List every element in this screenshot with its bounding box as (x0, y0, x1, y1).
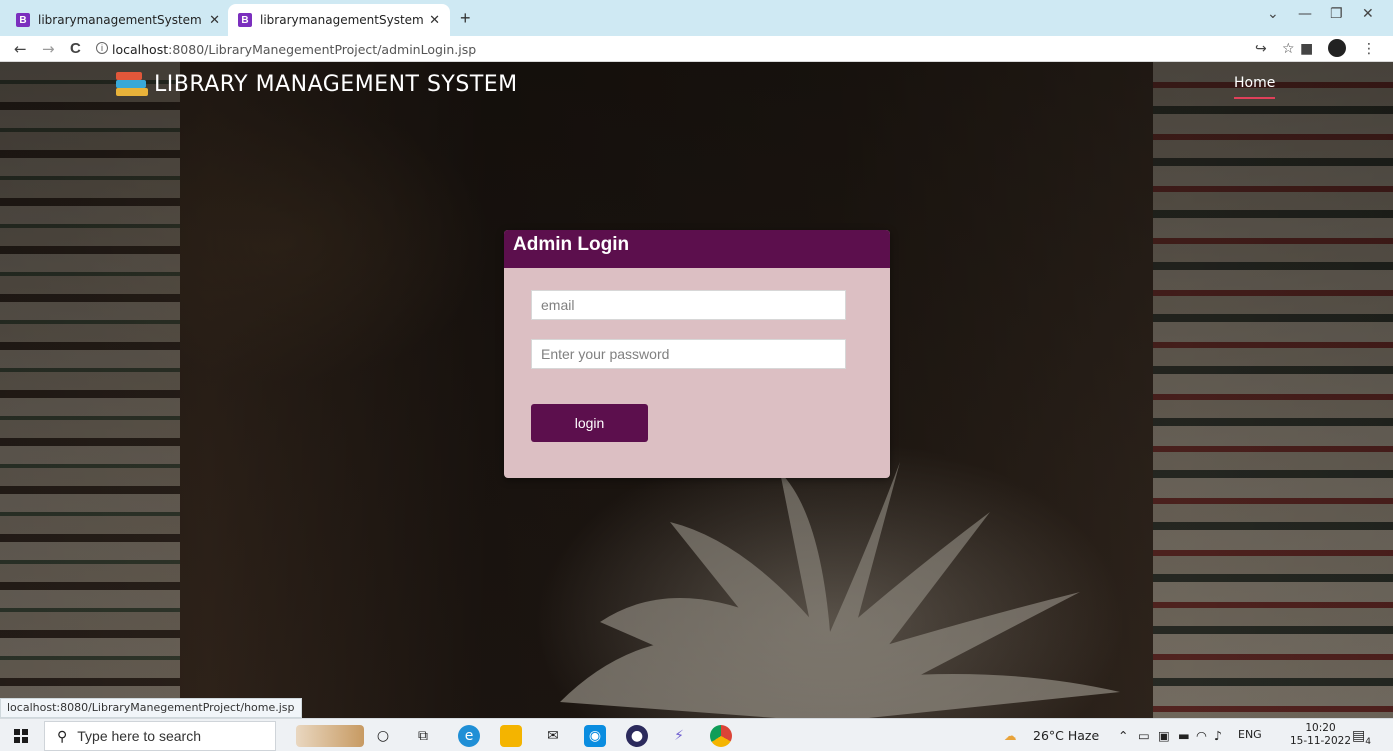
tray-app-icon[interactable]: ▭ (1138, 728, 1150, 743)
task-view-icon[interactable]: ⧉ (412, 725, 434, 747)
url-path: :8080/LibraryManegementProject/adminLogi… (168, 42, 477, 57)
close-window-button[interactable]: ✕ (1362, 6, 1374, 22)
brand-title: LIBRARY MANAGEMENT SYSTEM (154, 71, 518, 97)
restore-button[interactable]: ❐ (1330, 6, 1343, 22)
browser-tab-active[interactable]: B librarymanagementSystem ✕ (228, 4, 450, 36)
site-info-icon[interactable]: i (96, 42, 108, 54)
weather-icon: ☁ (1004, 728, 1017, 743)
eclipse-icon[interactable]: ● (626, 725, 648, 747)
password-field[interactable] (531, 339, 846, 369)
volume-icon[interactable]: ♪ (1214, 728, 1222, 743)
nav-home-link[interactable]: Home (1234, 75, 1276, 99)
profile-avatar-icon[interactable] (1328, 39, 1346, 57)
file-explorer-icon[interactable] (500, 725, 522, 747)
minimize-button[interactable]: — (1298, 6, 1312, 22)
back-arrow-icon[interactable]: ← (14, 40, 27, 58)
taskbar-search-placeholder: Type here to search (77, 728, 202, 744)
windows-start-icon[interactable] (14, 729, 28, 743)
tab-title: librarymanagementSystem (260, 13, 424, 27)
dell-app-icon[interactable]: ◉ (584, 725, 606, 747)
email-field[interactable] (531, 290, 846, 320)
notification-count: 4 (1365, 736, 1371, 747)
address-bar-row: ← → C i localhost:8080/LibraryManegement… (0, 36, 1393, 62)
edge-browser-icon[interactable]: e (458, 725, 480, 747)
taskbar-search-box[interactable]: ⚲ Type here to search (44, 721, 276, 751)
link-status-bar: localhost:8080/LibraryManegementProject/… (0, 698, 302, 718)
login-button[interactable]: login (531, 404, 648, 442)
browser-tab[interactable]: B librarymanagementSystem ✕ (6, 4, 230, 36)
browser-tab-strip: B librarymanagementSystem ✕ B libraryman… (0, 0, 1393, 36)
weather-text[interactable]: 26°C Haze (1033, 728, 1099, 743)
admin-login-card: Admin Login login (504, 230, 890, 478)
wifi-icon[interactable]: ◠ (1196, 728, 1207, 743)
mail-icon[interactable]: ✉ (542, 725, 564, 747)
login-card-title: Admin Login (504, 230, 890, 268)
url-field[interactable]: localhost:8080/LibraryManegementProject/… (112, 42, 476, 57)
cortana-icon[interactable]: ○ (372, 725, 394, 747)
bootstrap-favicon-icon: B (238, 13, 252, 27)
bookmark-star-icon[interactable]: ☆ (1282, 41, 1295, 57)
forward-arrow-icon[interactable]: → (42, 40, 55, 58)
bootstrap-favicon-icon: B (16, 13, 30, 27)
browser-menu-icon[interactable]: ⋮ (1362, 41, 1376, 57)
reload-icon[interactable]: C (70, 40, 81, 57)
clock-date: 15-11-2022 (1290, 735, 1352, 747)
page-background: LIBRARY MANAGEMENT SYSTEM Home Admin Log… (0, 62, 1393, 718)
tab-search-dropdown-icon[interactable]: ⌄ (1267, 6, 1279, 22)
windows-taskbar: ⚲ Type here to search ○ ⧉ e ✉ ◉ ● ⚡ ☁ 26… (0, 718, 1393, 751)
show-hidden-icons-chevron-icon[interactable]: ⌃ (1118, 728, 1128, 743)
thunder-app-icon[interactable]: ⚡ (668, 725, 690, 747)
url-host: localhost (112, 42, 169, 57)
tray-display-icon[interactable]: ▣ (1158, 728, 1170, 743)
taskbar-clock[interactable]: 10:20 15-11-2022 (1290, 722, 1351, 748)
tab-close-icon[interactable]: ✕ (209, 13, 220, 28)
language-indicator[interactable]: ENG (1238, 728, 1262, 741)
search-icon: ⚲ (57, 727, 68, 744)
navbar-brand[interactable]: LIBRARY MANAGEMENT SYSTEM (116, 70, 518, 98)
side-panel-icon[interactable]: ■ (1300, 41, 1313, 57)
tab-title: librarymanagementSystem (38, 13, 202, 27)
chrome-icon[interactable] (710, 725, 732, 747)
battery-icon[interactable]: ▬ (1178, 728, 1190, 743)
tab-close-icon[interactable]: ✕ (429, 13, 440, 28)
notifications-icon[interactable]: ▤4 (1352, 728, 1371, 747)
books-stack-icon (116, 70, 150, 98)
search-highlight-image[interactable] (296, 725, 364, 747)
share-icon[interactable]: ↪ (1255, 41, 1267, 57)
new-tab-button[interactable]: + (460, 8, 471, 29)
clock-time: 10:20 (1305, 722, 1336, 734)
